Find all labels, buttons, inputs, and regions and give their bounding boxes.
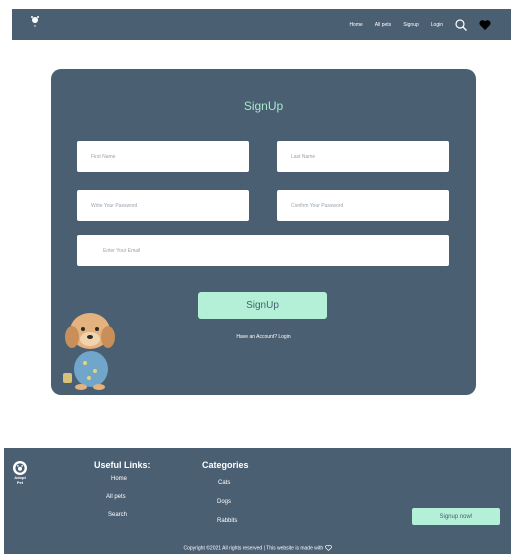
first-name-field[interactable]	[77, 141, 249, 172]
footer-link-cats[interactable]: Cats	[218, 480, 230, 486]
footer-link-search[interactable]: Search	[108, 512, 127, 518]
dog-illustration	[63, 313, 115, 390]
footer-link-rabbits[interactable]: Rabbits	[217, 518, 237, 524]
top-navbar: Home All pets Signup Login	[12, 9, 511, 40]
confirm-password-input[interactable]	[277, 190, 449, 221]
nav-link-home[interactable]: Home	[349, 22, 362, 28]
signup-title: SignUp	[243, 99, 284, 113]
useful-links-heading: Useful Links:	[94, 460, 151, 470]
footer-link-dogs[interactable]: Dogs	[217, 499, 231, 505]
last-name-input[interactable]	[277, 141, 449, 172]
confirm-password-field[interactable]	[277, 190, 449, 221]
first-name-input[interactable]	[77, 141, 249, 172]
categories-heading: Categories	[202, 460, 249, 470]
password-field[interactable]	[77, 190, 249, 221]
search-icon[interactable]	[455, 18, 467, 31]
logo-text-line-2: Pet	[17, 480, 24, 485]
heart-outline-icon	[324, 545, 332, 551]
footer-signup-button[interactable]: Signup now!	[412, 508, 500, 525]
paw-logo-icon[interactable]	[30, 15, 40, 29]
last-name-field[interactable]	[277, 141, 449, 172]
signup-button[interactable]: SignUp	[198, 292, 327, 319]
email-input[interactable]	[77, 235, 449, 266]
copyright: Copyright ©2021 All rights reserved | Th…	[4, 545, 511, 551]
copyright-text: Copyright ©2021 All rights reserved | Th…	[183, 545, 324, 552]
footer-link-all-pets[interactable]: All pets	[106, 494, 126, 500]
nav-link-all-pets[interactable]: All pets	[375, 22, 391, 28]
footer: Adopt Pet Useful Links: Home All pets Se…	[4, 448, 511, 554]
password-input[interactable]	[77, 190, 249, 221]
nav-link-signup[interactable]: Signup	[403, 22, 419, 28]
email-field[interactable]	[77, 235, 449, 266]
nav-links: Home All pets Signup Login	[349, 9, 491, 40]
heart-icon[interactable]	[479, 19, 491, 31]
nav-link-login[interactable]: Login	[431, 22, 443, 28]
adopt-pet-logo[interactable]: Adopt Pet	[12, 460, 28, 486]
signup-card: SignUp SignUp Have an Account? Login	[51, 69, 476, 395]
footer-link-home[interactable]: Home	[111, 476, 127, 482]
